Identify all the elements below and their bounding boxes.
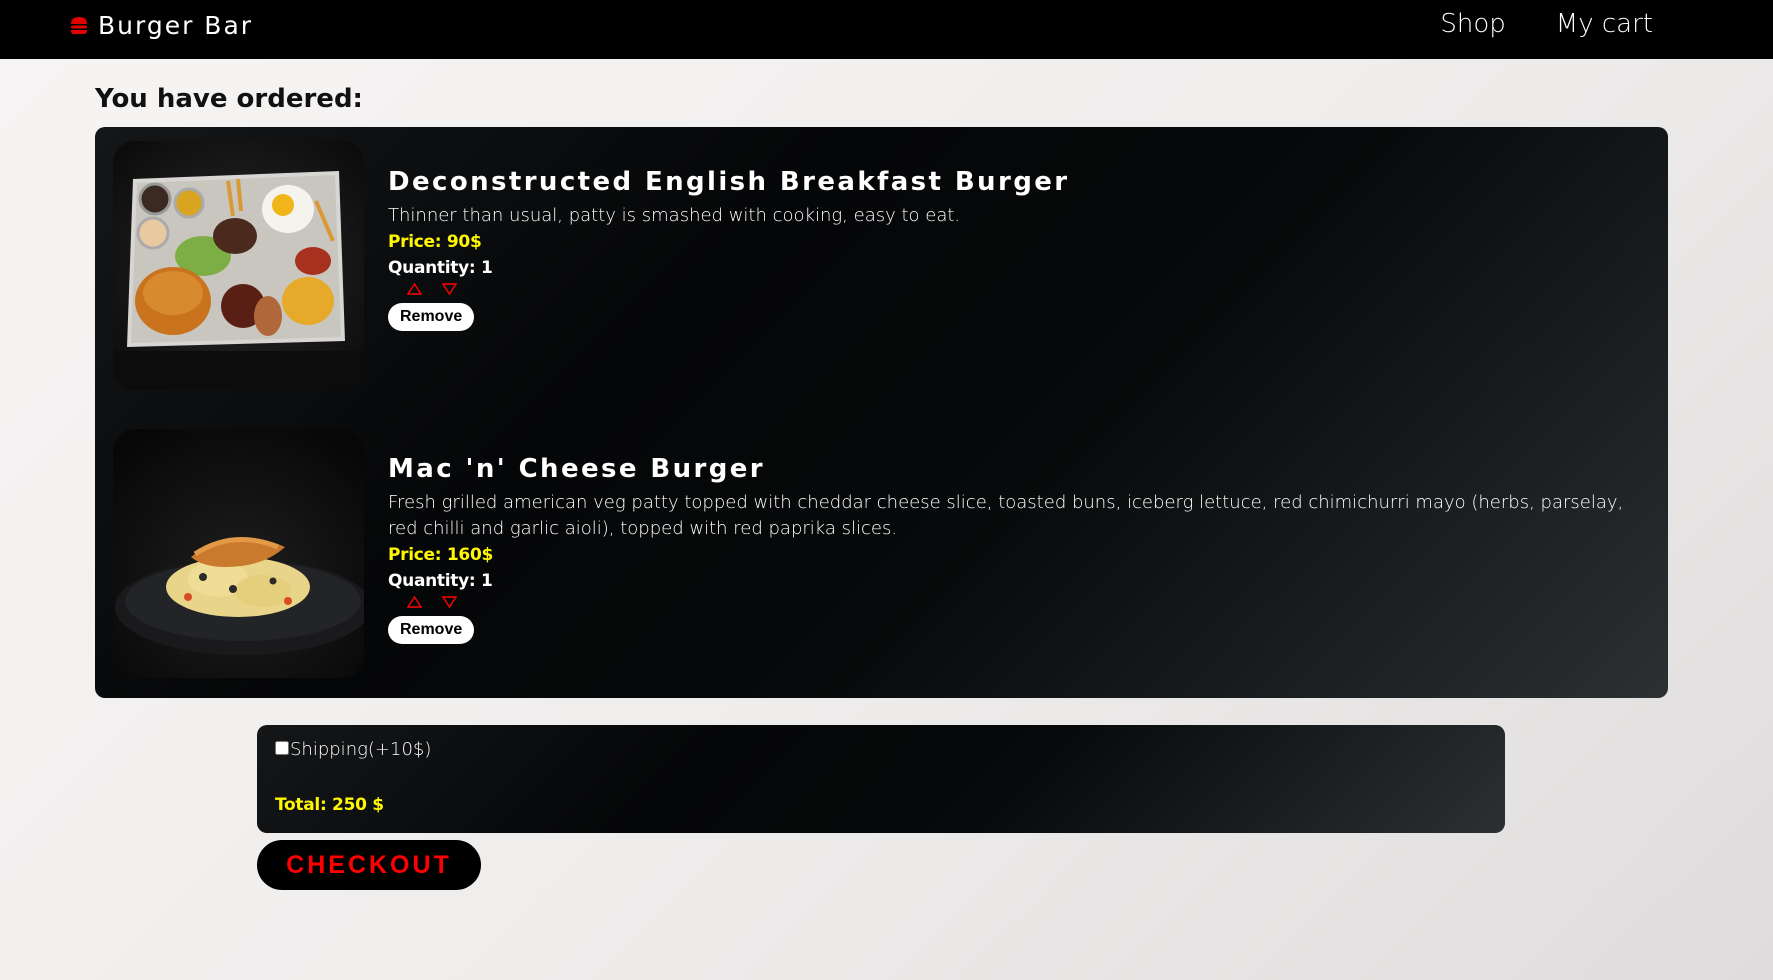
checkout-button[interactable]: CHECKOUT <box>257 840 481 890</box>
item-quantity: Quantity: 1 <box>388 571 493 591</box>
brand-name: Burger Bar <box>98 10 254 40</box>
item-description: Thinner than usual, patty is smashed wit… <box>388 205 961 226</box>
page-title: You have ordered: <box>95 84 363 114</box>
nav-link-shop[interactable]: Shop <box>1440 9 1505 39</box>
item-quantity: Quantity: 1 <box>388 258 493 278</box>
shipping-checkbox[interactable] <box>275 740 289 755</box>
increase-quantity-button[interactable] <box>406 282 423 296</box>
remove-button[interactable]: Remove <box>388 616 475 644</box>
item-title: Mac 'n' Cheese Burger <box>388 454 765 484</box>
nav-link-my-cart[interactable]: My cart <box>1556 9 1653 39</box>
triangle-down-icon <box>442 596 457 608</box>
order-summary: Shipping(+10$) Total: 250 $ <box>257 725 1505 833</box>
increase-quantity-button[interactable] <box>406 595 423 609</box>
cart-item: Deconstructed English Breakfast Burger T… <box>113 141 1653 393</box>
item-price: Price: 160$ <box>388 545 494 565</box>
product-image <box>113 141 364 390</box>
remove-button[interactable]: Remove <box>388 303 475 331</box>
item-title: Deconstructed English Breakfast Burger <box>388 167 1070 197</box>
decrease-quantity-button[interactable] <box>441 282 458 296</box>
cart-item: Mac 'n' Cheese Burger Fresh grilled amer… <box>113 429 1653 679</box>
triangle-up-icon <box>407 283 422 295</box>
item-price: Price: 90$ <box>388 232 482 252</box>
product-image <box>113 429 364 678</box>
shipping-option[interactable]: Shipping(+10$) <box>275 739 431 760</box>
quantity-controls <box>406 281 1633 297</box>
burger-icon <box>70 16 88 35</box>
triangle-up-icon <box>407 596 422 608</box>
brand[interactable]: Burger Bar <box>70 9 253 41</box>
orders-panel: Deconstructed English Breakfast Burger T… <box>95 127 1668 698</box>
item-info: Deconstructed English Breakfast Burger T… <box>388 141 1633 331</box>
item-info: Mac 'n' Cheese Burger Fresh grilled amer… <box>388 429 1633 644</box>
item-description: Fresh grilled american veg patty topped … <box>388 492 1624 539</box>
order-total: Total: 250 $ <box>275 795 384 815</box>
triangle-down-icon <box>442 283 457 295</box>
nav-links: Shop My cart <box>1440 9 1653 39</box>
quantity-controls <box>406 594 1633 610</box>
navbar: Burger Bar Shop My cart <box>0 0 1773 59</box>
shipping-label: Shipping(+10$) <box>290 739 432 760</box>
decrease-quantity-button[interactable] <box>441 595 458 609</box>
